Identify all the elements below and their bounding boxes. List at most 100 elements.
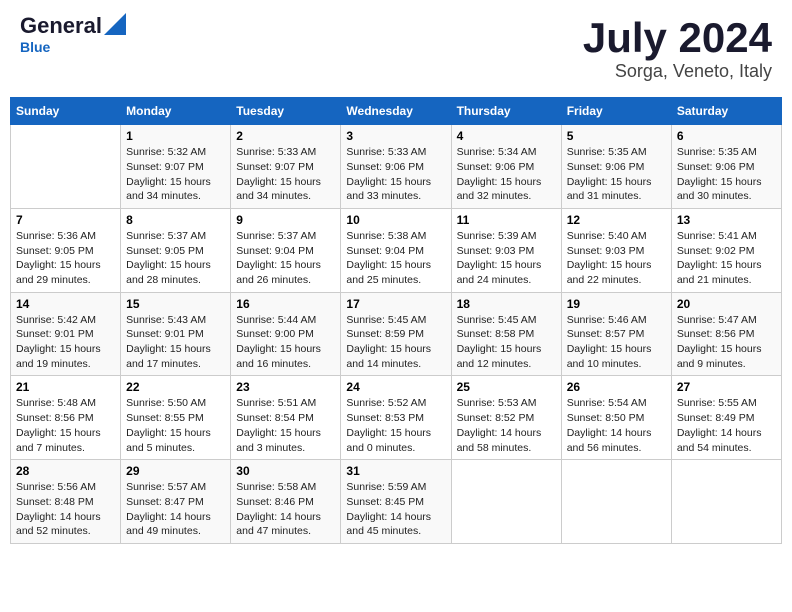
calendar-week-row: 7 Sunrise: 5:36 AMSunset: 9:05 PMDaylight…	[11, 208, 782, 292]
calendar-day-cell: 10 Sunrise: 5:38 AMSunset: 9:04 PMDayligh…	[341, 208, 451, 292]
day-number: 6	[677, 129, 776, 143]
day-info: Sunrise: 5:33 AMSunset: 9:07 PMDaylight:…	[236, 145, 335, 204]
day-number: 11	[457, 213, 556, 227]
calendar-body: 1Sunrise: 5:32 AMSunset: 9:07 PMDaylight…	[11, 125, 782, 544]
day-number: 20	[677, 297, 776, 311]
calendar-day-cell: 30 Sunrise: 5:58 AMSunset: 8:46 PMDayligh…	[231, 460, 341, 544]
day-info: Sunrise: 5:48 AMSunset: 8:56 PMDaylight:…	[16, 396, 115, 455]
logo-subtext: Blue	[20, 39, 50, 55]
calendar-day-cell: 22Sunrise: 5:50 AMSunset: 8:55 PMDayligh…	[121, 376, 231, 460]
day-number: 3	[346, 129, 445, 143]
day-number: 19	[567, 297, 666, 311]
calendar-day-cell: 4Sunrise: 5:34 AMSunset: 9:06 PMDaylight…	[451, 125, 561, 209]
calendar-week-row: 28 Sunrise: 5:56 AMSunset: 8:48 PMDayligh…	[11, 460, 782, 544]
day-number: 10	[346, 213, 445, 227]
day-info: Sunrise: 5:53 AMSunset: 8:52 PMDaylight:…	[457, 396, 556, 455]
weekday-header-row: SundayMondayTuesdayWednesdayThursdayFrid…	[11, 98, 782, 125]
day-info: Sunrise: 5:56 AMSunset: 8:48 PMDaylight:…	[16, 480, 115, 539]
logo: General Blue	[20, 15, 126, 55]
calendar-day-cell: 29 Sunrise: 5:57 AMSunset: 8:47 PMDayligh…	[121, 460, 231, 544]
weekday-header-cell: Monday	[121, 98, 231, 125]
day-info: Sunrise: 5:37 AMSunset: 9:04 PMDaylight:…	[236, 229, 335, 288]
day-info: Sunrise: 5:36 AMSunset: 9:05 PMDaylight:…	[16, 229, 115, 288]
calendar-day-cell: 13 Sunrise: 5:41 AMSunset: 9:02 PMDayligh…	[671, 208, 781, 292]
weekday-header-cell: Saturday	[671, 98, 781, 125]
logo-text: General	[20, 15, 102, 37]
calendar-day-cell: 14 Sunrise: 5:42 AMSunset: 9:01 PMDayligh…	[11, 292, 121, 376]
calendar-day-cell	[11, 125, 121, 209]
calendar-day-cell: 19 Sunrise: 5:46 AMSunset: 8:57 PMDayligh…	[561, 292, 671, 376]
calendar-day-cell: 17 Sunrise: 5:45 AMSunset: 8:59 PMDayligh…	[341, 292, 451, 376]
calendar-day-cell: 15Sunrise: 5:43 AMSunset: 9:01 PMDayligh…	[121, 292, 231, 376]
day-info: Sunrise: 5:34 AMSunset: 9:06 PMDaylight:…	[457, 145, 556, 204]
day-info: Sunrise: 5:37 AMSunset: 9:05 PMDaylight:…	[126, 229, 225, 288]
calendar-day-cell: 28 Sunrise: 5:56 AMSunset: 8:48 PMDayligh…	[11, 460, 121, 544]
day-number: 12	[567, 213, 666, 227]
day-number: 8	[126, 213, 225, 227]
day-info: Sunrise: 5:57 AMSunset: 8:47 PMDaylight:…	[126, 480, 225, 539]
day-info: Sunrise: 5:38 AMSunset: 9:04 PMDaylight:…	[346, 229, 445, 288]
weekday-header-cell: Wednesday	[341, 98, 451, 125]
day-number: 27	[677, 380, 776, 394]
calendar-day-cell	[671, 460, 781, 544]
page-subtitle: Sorga, Veneto, Italy	[583, 61, 772, 82]
calendar-day-cell: 25 Sunrise: 5:53 AMSunset: 8:52 PMDayligh…	[451, 376, 561, 460]
day-info: Sunrise: 5:44 AMSunset: 9:00 PMDaylight:…	[236, 313, 335, 372]
day-number: 15	[126, 297, 225, 311]
day-number: 24	[346, 380, 445, 394]
day-number: 21	[16, 380, 115, 394]
calendar-day-cell: 16Sunrise: 5:44 AMSunset: 9:00 PMDayligh…	[231, 292, 341, 376]
day-info: Sunrise: 5:40 AMSunset: 9:03 PMDaylight:…	[567, 229, 666, 288]
day-info: Sunrise: 5:39 AMSunset: 9:03 PMDaylight:…	[457, 229, 556, 288]
calendar-day-cell	[561, 460, 671, 544]
day-info: Sunrise: 5:46 AMSunset: 8:57 PMDaylight:…	[567, 313, 666, 372]
calendar-day-cell: 11 Sunrise: 5:39 AMSunset: 9:03 PMDayligh…	[451, 208, 561, 292]
day-number: 9	[236, 213, 335, 227]
calendar-day-cell: 24 Sunrise: 5:52 AMSunset: 8:53 PMDayligh…	[341, 376, 451, 460]
calendar-week-row: 14 Sunrise: 5:42 AMSunset: 9:01 PMDayligh…	[11, 292, 782, 376]
weekday-header-cell: Friday	[561, 98, 671, 125]
calendar-week-row: 1Sunrise: 5:32 AMSunset: 9:07 PMDaylight…	[11, 125, 782, 209]
day-number: 25	[457, 380, 556, 394]
day-number: 29	[126, 464, 225, 478]
day-number: 7	[16, 213, 115, 227]
calendar-day-cell: 26 Sunrise: 5:54 AMSunset: 8:50 PMDayligh…	[561, 376, 671, 460]
day-info: Sunrise: 5:51 AMSunset: 8:54 PMDaylight:…	[236, 396, 335, 455]
day-number: 26	[567, 380, 666, 394]
day-number: 30	[236, 464, 335, 478]
calendar-table: SundayMondayTuesdayWednesdayThursdayFrid…	[10, 97, 782, 544]
day-info: Sunrise: 5:59 AMSunset: 8:45 PMDaylight:…	[346, 480, 445, 539]
day-info: Sunrise: 5:32 AMSunset: 9:07 PMDaylight:…	[126, 145, 225, 204]
calendar-week-row: 21 Sunrise: 5:48 AMSunset: 8:56 PMDayligh…	[11, 376, 782, 460]
calendar-day-cell: 23Sunrise: 5:51 AMSunset: 8:54 PMDayligh…	[231, 376, 341, 460]
page-header: General Blue July 2024 Sorga, Veneto, It…	[10, 10, 782, 87]
calendar-day-cell: 2 Sunrise: 5:33 AMSunset: 9:07 PMDaylight…	[231, 125, 341, 209]
calendar-day-cell: 21 Sunrise: 5:48 AMSunset: 8:56 PMDayligh…	[11, 376, 121, 460]
logo-icon	[104, 13, 126, 35]
calendar-day-cell: 3Sunrise: 5:33 AMSunset: 9:06 PMDaylight…	[341, 125, 451, 209]
calendar-day-cell: 12 Sunrise: 5:40 AMSunset: 9:03 PMDayligh…	[561, 208, 671, 292]
day-number: 13	[677, 213, 776, 227]
calendar-day-cell: 27Sunrise: 5:55 AMSunset: 8:49 PMDayligh…	[671, 376, 781, 460]
day-info: Sunrise: 5:42 AMSunset: 9:01 PMDaylight:…	[16, 313, 115, 372]
weekday-header-cell: Tuesday	[231, 98, 341, 125]
calendar-day-cell: 1Sunrise: 5:32 AMSunset: 9:07 PMDaylight…	[121, 125, 231, 209]
day-number: 2	[236, 129, 335, 143]
day-info: Sunrise: 5:52 AMSunset: 8:53 PMDaylight:…	[346, 396, 445, 455]
calendar-day-cell	[451, 460, 561, 544]
day-number: 18	[457, 297, 556, 311]
day-number: 14	[16, 297, 115, 311]
weekday-header-cell: Thursday	[451, 98, 561, 125]
day-info: Sunrise: 5:35 AMSunset: 9:06 PMDaylight:…	[567, 145, 666, 204]
day-info: Sunrise: 5:54 AMSunset: 8:50 PMDaylight:…	[567, 396, 666, 455]
calendar-day-cell: 20Sunrise: 5:47 AMSunset: 8:56 PMDayligh…	[671, 292, 781, 376]
calendar-day-cell: 31Sunrise: 5:59 AMSunset: 8:45 PMDayligh…	[341, 460, 451, 544]
day-info: Sunrise: 5:45 AMSunset: 8:59 PMDaylight:…	[346, 313, 445, 372]
weekday-header-cell: Sunday	[11, 98, 121, 125]
day-info: Sunrise: 5:58 AMSunset: 8:46 PMDaylight:…	[236, 480, 335, 539]
day-info: Sunrise: 5:41 AMSunset: 9:02 PMDaylight:…	[677, 229, 776, 288]
calendar-day-cell: 9 Sunrise: 5:37 AMSunset: 9:04 PMDaylight…	[231, 208, 341, 292]
day-number: 17	[346, 297, 445, 311]
day-number: 5	[567, 129, 666, 143]
day-number: 28	[16, 464, 115, 478]
